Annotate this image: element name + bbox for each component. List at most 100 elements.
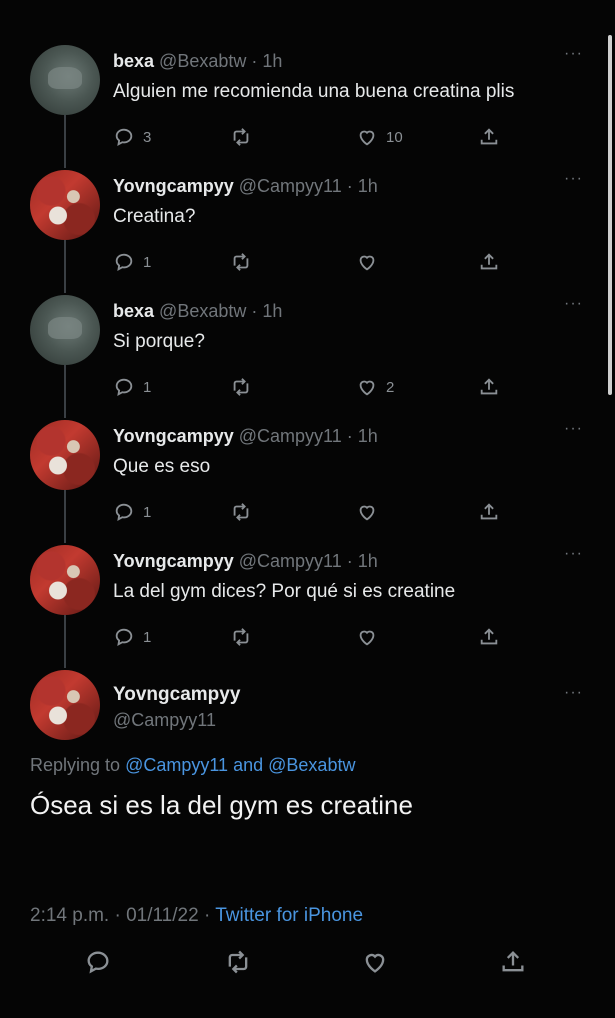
reply-button[interactable]: 1	[113, 248, 151, 276]
replying-to: Replying to @Campyy11 and @Bexabtw	[30, 755, 355, 776]
reply-button[interactable]	[84, 948, 112, 981]
mention-link[interactable]: @Bexabtw	[268, 755, 355, 775]
replying-and[interactable]: and	[233, 755, 263, 775]
retweet-button[interactable]	[230, 623, 252, 651]
tweet[interactable]: bexa @Bexabtw · 1h ··· Si porque? 1 2	[0, 295, 615, 420]
share-button[interactable]	[478, 248, 500, 276]
focused-user-handle[interactable]: @Campyy11	[113, 710, 216, 731]
avatar[interactable]	[30, 295, 100, 365]
display-name[interactable]: Yovngcampyy	[113, 551, 234, 571]
focused-display-name[interactable]: Yovngcampyy	[113, 684, 240, 706]
reply-count: 1	[143, 378, 152, 396]
retweet-icon	[233, 128, 249, 146]
more-options-icon[interactable]: ···	[564, 684, 583, 702]
timestamp[interactable]: · 1h	[347, 426, 378, 446]
tweet-header: bexa @Bexabtw · 1h	[113, 301, 282, 322]
heart-icon	[359, 255, 375, 271]
tweet[interactable]: Yovngcampyy @Campyy11 · 1h ··· Que es es…	[0, 420, 615, 545]
share-button[interactable]	[478, 123, 500, 151]
tweet-header: Yovngcampyy @Campyy11 · 1h	[113, 176, 378, 197]
share-icon	[480, 378, 498, 395]
reply-button[interactable]: 1	[113, 623, 151, 651]
timestamp[interactable]: · 1h	[347, 176, 378, 196]
avatar[interactable]	[30, 170, 100, 240]
tweet[interactable]: Yovngcampyy @Campyy11 · 1h ··· Creatina?…	[0, 170, 615, 295]
retweet-icon	[233, 378, 249, 396]
reply-button[interactable]: 1	[113, 498, 151, 526]
focused-avatar[interactable]	[30, 670, 100, 740]
reply-icon	[115, 503, 133, 522]
timestamp[interactable]: · 1h	[347, 551, 378, 571]
tweet-thread-screen: bexa @Bexabtw · 1h ··· Alguien me recomi…	[0, 0, 615, 1018]
like-button[interactable]	[361, 948, 389, 981]
share-button[interactable]	[478, 623, 500, 651]
share-button[interactable]	[478, 498, 500, 526]
share-icon	[480, 503, 498, 520]
user-handle[interactable]: @Bexabtw	[159, 51, 246, 71]
reply-count: 1	[143, 628, 152, 646]
tweet-actions: 3 10	[113, 123, 513, 151]
reply-button[interactable]: 1	[113, 373, 151, 401]
like-button[interactable]: 10	[356, 123, 403, 151]
timestamp[interactable]: · 1h	[251, 51, 282, 71]
tweet-date[interactable]: 01/11/22	[126, 905, 199, 926]
display-name[interactable]: Yovngcampyy	[113, 176, 234, 196]
reply-icon	[115, 378, 133, 397]
replying-prefix: Replying to	[30, 755, 121, 775]
share-icon	[480, 628, 498, 645]
tweet-text: Que es eso	[113, 456, 211, 477]
tweet-source-link[interactable]: Twitter for iPhone	[215, 905, 363, 926]
reply-icon	[115, 128, 133, 147]
avatar[interactable]	[30, 420, 100, 490]
tweet[interactable]: bexa @Bexabtw · 1h ··· Alguien me recomi…	[0, 45, 615, 170]
reply-button[interactable]: 3	[113, 123, 151, 151]
focused-tweet-text: Ósea si es la del gym es creatine	[30, 790, 413, 820]
like-button[interactable]	[356, 498, 378, 526]
tweet-header: Yovngcampyy @Campyy11 · 1h	[113, 551, 378, 572]
tweet-actions: 1 2	[113, 373, 513, 401]
avatar[interactable]	[30, 45, 100, 115]
tweet[interactable]: Yovngcampyy @Campyy11 · 1h ··· La del gy…	[0, 545, 615, 670]
tweet-text: Alguien me recomienda una buena creatina…	[113, 81, 515, 102]
display-name[interactable]: bexa	[113, 51, 154, 71]
tweet-actions: 1	[113, 623, 513, 651]
reply-count: 3	[143, 128, 152, 146]
display-name[interactable]: Yovngcampyy	[113, 426, 234, 446]
user-handle[interactable]: @Campyy11	[239, 551, 342, 571]
share-button[interactable]	[499, 948, 527, 981]
heart-icon	[359, 130, 375, 146]
heart-icon	[359, 505, 375, 521]
timestamp[interactable]: · 1h	[251, 301, 282, 321]
share-icon	[480, 253, 498, 270]
user-handle[interactable]: @Bexabtw	[159, 301, 246, 321]
retweet-button[interactable]	[224, 948, 252, 981]
like-button[interactable]	[356, 248, 378, 276]
retweet-button[interactable]	[230, 123, 252, 151]
retweet-icon	[228, 950, 248, 974]
focused-tweet-actions	[0, 948, 615, 988]
more-options-icon[interactable]: ···	[564, 170, 583, 188]
display-name[interactable]: bexa	[113, 301, 154, 321]
retweet-button[interactable]	[230, 248, 252, 276]
like-button[interactable]: 2	[356, 373, 394, 401]
tweet-metadata: 2:14 p.m. · 01/11/22 · Twitter for iPhon…	[30, 905, 363, 927]
reply-icon	[115, 628, 133, 647]
share-button[interactable]	[478, 373, 500, 401]
more-options-icon[interactable]: ···	[564, 545, 583, 563]
tweet-text: Si porque?	[113, 331, 205, 352]
retweet-button[interactable]	[230, 498, 252, 526]
mention-link[interactable]: @Campyy11	[125, 755, 228, 775]
tweet-header: Yovngcampyy @Campyy11 · 1h	[113, 426, 378, 447]
tweet-time[interactable]: 2:14 p.m.	[30, 905, 109, 926]
reply-icon	[115, 253, 133, 272]
like-button[interactable]	[356, 623, 378, 651]
scrollbar[interactable]	[608, 35, 612, 395]
retweet-button[interactable]	[230, 373, 252, 401]
avatar[interactable]	[30, 545, 100, 615]
more-options-icon[interactable]: ···	[564, 295, 583, 313]
more-options-icon[interactable]: ···	[564, 420, 583, 438]
meta-separator: ·	[114, 905, 121, 926]
user-handle[interactable]: @Campyy11	[239, 176, 342, 196]
more-options-icon[interactable]: ···	[564, 45, 583, 63]
user-handle[interactable]: @Campyy11	[239, 426, 342, 446]
